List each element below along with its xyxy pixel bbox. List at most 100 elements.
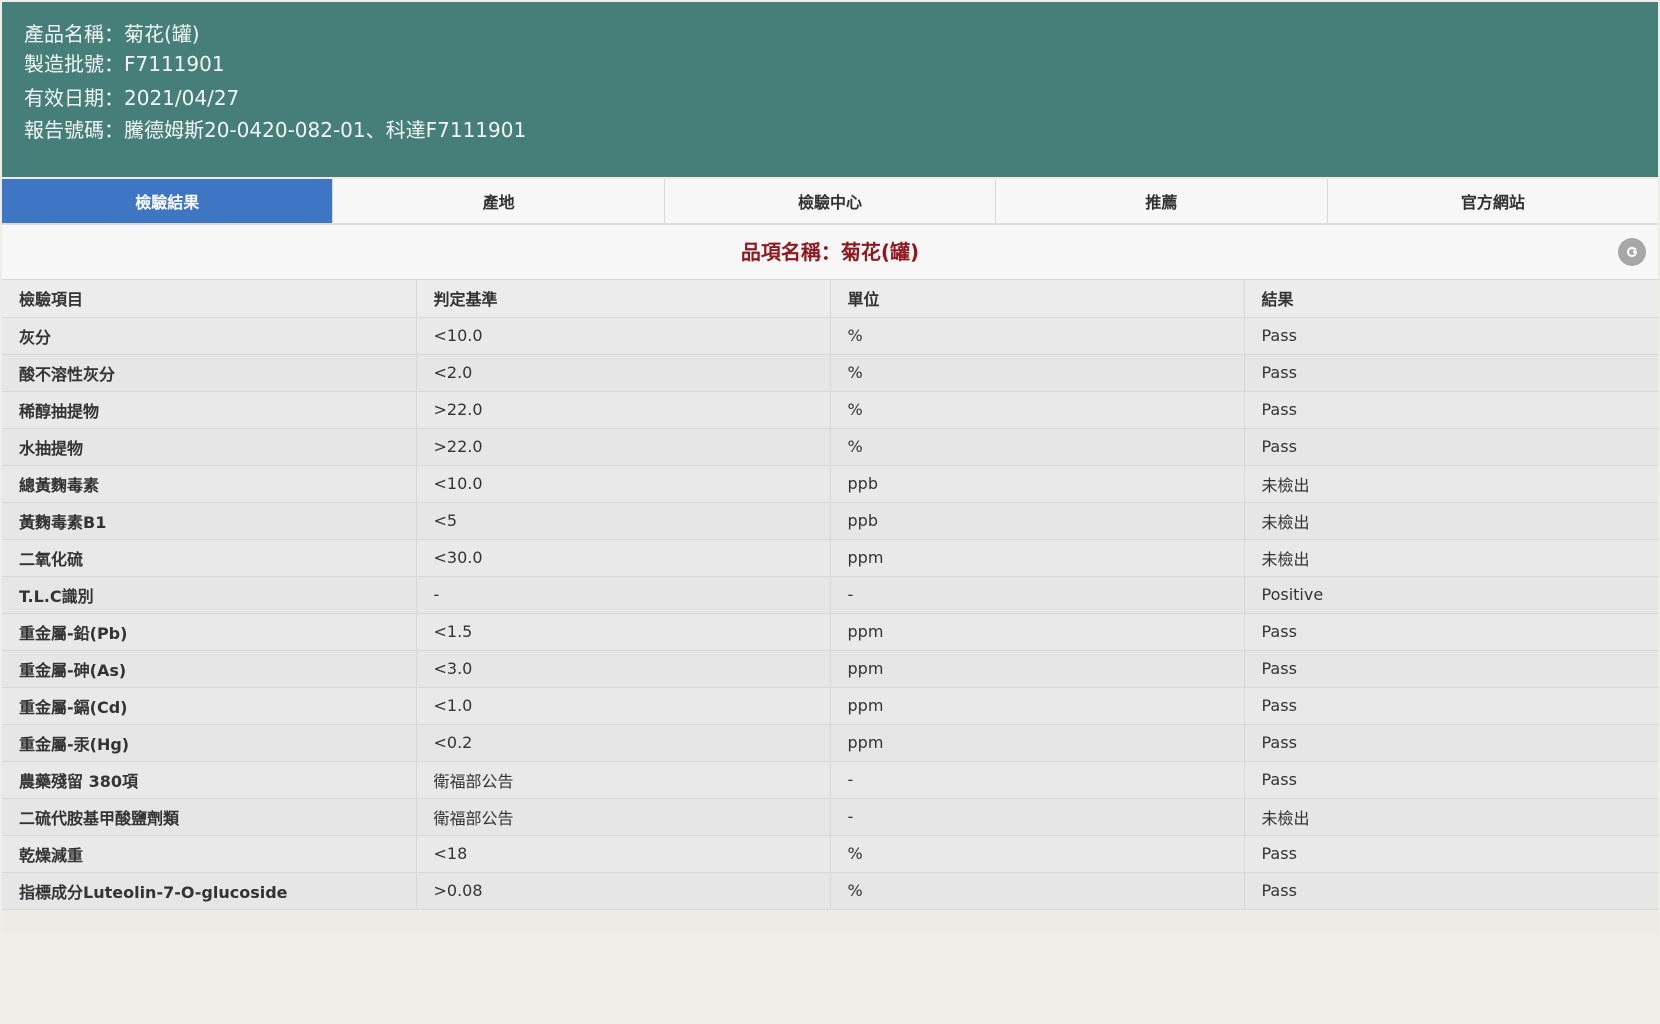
cell-result: Positive [1244,576,1658,614]
cell-test-item: 乾燥減重 [2,835,417,873]
cell-unit: ppm [830,650,1245,688]
cell-test-item: T.L.C識別 [2,576,417,614]
cell-result: Pass [1244,317,1658,355]
cell-result: 未檢出 [1244,465,1658,503]
table-row: 酸不溶性灰分 <2.0 % Pass [2,354,1658,392]
table-row: 重金屬-砷(As) <3.0 ppm Pass [2,650,1658,688]
cell-unit: % [830,872,1245,910]
tab-origin[interactable]: 產地 [332,179,663,223]
cell-standard: >22.0 [416,391,831,429]
cell-unit: ppm [830,724,1245,762]
tab-inspection-center[interactable]: 檢驗中心 [663,179,995,223]
cell-result: 未檢出 [1244,539,1658,577]
cell-result: Pass [1244,872,1658,910]
page-footer-background [2,933,1658,1020]
table-row: 重金屬-鉛(Pb) <1.5 ppm Pass [2,613,1658,651]
table-row: 總黃麴毒素 <10.0 ppb 未檢出 [2,465,1658,503]
cell-standard: <2.0 [416,354,831,392]
cell-result: Pass [1244,687,1658,725]
table-row: 黃麴毒素B1 <5 ppb 未檢出 [2,502,1658,540]
report-number: 報告號碼：騰德姆斯20-0420-082-01、科達F7111901 [24,118,527,142]
cell-result: 未檢出 [1244,502,1658,540]
tab-recommend[interactable]: 推薦 [995,179,1326,223]
cell-test-item: 稀醇抽提物 [2,391,417,429]
column-header-result: 結果 [1244,280,1658,318]
cell-test-item: 黃麴毒素B1 [2,502,417,540]
column-header-standard: 判定基準 [416,280,831,318]
table-row: 乾燥減重 <18 % Pass [2,835,1658,873]
cell-unit: % [830,428,1245,466]
column-header-unit: 單位 [830,280,1245,318]
cell-result: Pass [1244,835,1658,873]
cell-standard: <18 [416,835,831,873]
cell-test-item: 灰分 [2,317,417,355]
cell-unit: ppm [830,687,1245,725]
cell-standard: >22.0 [416,428,831,466]
item-title: 品項名稱：菊花(罐) [2,225,1658,279]
cell-unit: ppm [830,613,1245,651]
back-arrow-icon [1623,243,1641,261]
back-button[interactable] [1618,238,1646,266]
tab-inspection-results[interactable]: 檢驗結果 [2,179,333,223]
item-title-value: 菊花(罐) [840,240,920,264]
cell-standard: 衛福部公告 [416,798,831,836]
cell-unit: % [830,354,1245,392]
product-name: 產品名稱：菊花(罐) [24,22,200,46]
cell-result: Pass [1244,354,1658,392]
table-row: 二氧化硫 <30.0 ppm 未檢出 [2,539,1658,577]
cell-unit: ppm [830,539,1245,577]
cell-standard: <10.0 [416,465,831,503]
cell-test-item: 總黃麴毒素 [2,465,417,503]
cell-test-item: 農藥殘留 380項 [2,761,417,799]
cell-unit: - [830,761,1245,799]
page-frame: 產品名稱：菊花(罐) 製造批號：F7111901 有效日期：2021/04/27… [2,2,1658,1020]
cell-test-item: 重金屬-鉛(Pb) [2,613,417,651]
column-header-item: 檢驗項目 [2,280,417,318]
cell-standard: <5 [416,502,831,540]
cell-standard: 衛福部公告 [416,761,831,799]
cell-unit: ppb [830,502,1245,540]
table-row: 指標成分Luteolin-7-O-glucoside >0.08 % Pass [2,872,1658,910]
item-title-bar: 品項名稱：菊花(罐) [2,225,1658,280]
cell-unit: % [830,835,1245,873]
table-row: 重金屬-汞(Hg) <0.2 ppm Pass [2,724,1658,762]
batch-number: 製造批號：F7111901 [24,52,225,76]
cell-unit: % [830,391,1245,429]
item-title-label: 品項名稱： [740,240,841,264]
table-row: 二硫代胺基甲酸鹽劑類 衛福部公告 - 未檢出 [2,798,1658,836]
tab-bar: 檢驗結果 產地 檢驗中心 推薦 官方網站 [2,179,1658,225]
table-row: 灰分 <10.0 % Pass [2,317,1658,355]
table-row: 水抽提物 >22.0 % Pass [2,428,1658,466]
cell-unit: % [830,317,1245,355]
results-table-wrapper: 檢驗項目 判定基準 單位 結果 灰分 <10.0 % Pass 酸不溶性灰分 <… [2,280,1658,910]
cell-standard: - [416,576,831,614]
cell-standard: <1.0 [416,687,831,725]
cell-test-item: 二硫代胺基甲酸鹽劑類 [2,798,417,836]
tab-official-site[interactable]: 官方網站 [1326,179,1658,223]
cell-test-item: 指標成分Luteolin-7-O-glucoside [2,872,417,910]
cell-unit: ppb [830,465,1245,503]
cell-test-item: 酸不溶性灰分 [2,354,417,392]
cell-standard: <30.0 [416,539,831,577]
cell-result: Pass [1244,724,1658,762]
table-row: 重金屬-鎘(Cd) <1.0 ppm Pass [2,687,1658,725]
cell-unit: - [830,576,1245,614]
cell-result: Pass [1244,650,1658,688]
cell-test-item: 重金屬-砷(As) [2,650,417,688]
cell-test-item: 水抽提物 [2,428,417,466]
cell-standard: <3.0 [416,650,831,688]
cell-result: Pass [1244,428,1658,466]
table-row: T.L.C識別 - - Positive [2,576,1658,614]
cell-standard: <1.5 [416,613,831,651]
table-row: 稀醇抽提物 >22.0 % Pass [2,391,1658,429]
cell-result: Pass [1244,761,1658,799]
cell-standard: <0.2 [416,724,831,762]
cell-test-item: 二氧化硫 [2,539,417,577]
results-table: 檢驗項目 判定基準 單位 結果 灰分 <10.0 % Pass 酸不溶性灰分 <… [2,280,1658,910]
cell-result: 未檢出 [1244,798,1658,836]
table-row: 農藥殘留 380項 衛福部公告 - Pass [2,761,1658,799]
cell-result: Pass [1244,391,1658,429]
expiry-date: 有效日期：2021/04/27 [24,86,240,110]
cell-test-item: 重金屬-鎘(Cd) [2,687,417,725]
cell-test-item: 重金屬-汞(Hg) [2,724,417,762]
